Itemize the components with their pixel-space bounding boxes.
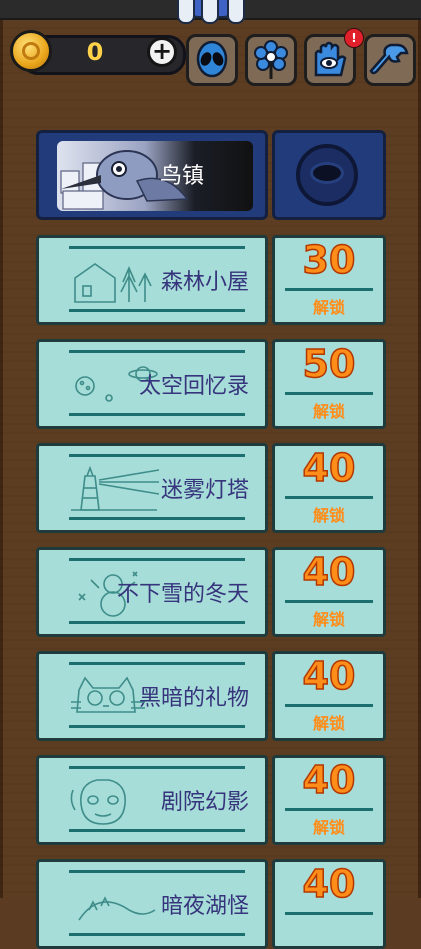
- ticket-line: [69, 350, 245, 353]
- unlock-label: 解锁: [312, 610, 345, 629]
- level-card[interactable]: 森林小屋: [36, 235, 268, 325]
- price-divider: [285, 496, 373, 499]
- price-divider: [285, 392, 373, 395]
- ticket-line: [69, 621, 245, 624]
- unlock-label: 解锁: [312, 714, 345, 733]
- level-name: 暗夜湖怪: [160, 894, 249, 919]
- wrench-icon: [369, 43, 409, 75]
- unlock-price: 50: [302, 341, 356, 387]
- level-name: 黑暗的礼物: [138, 686, 249, 711]
- ticket-line: [69, 246, 245, 249]
- coin-count: 0: [86, 38, 104, 66]
- ticket-line: [69, 662, 245, 665]
- level-illustration: [69, 464, 160, 514]
- unlock-button[interactable]: 40 解锁: [272, 547, 386, 637]
- level-name: 不下雪的冬天: [116, 582, 249, 607]
- level-name: 太空回忆录: [138, 374, 249, 399]
- level-card[interactable]: 迷雾灯塔: [36, 443, 268, 533]
- ticket-line: [69, 725, 245, 728]
- ticket-line: [69, 517, 245, 520]
- unlock-price: 40: [302, 757, 356, 803]
- ticket-line: [69, 309, 245, 312]
- level-card[interactable]: 暗夜湖怪: [36, 859, 268, 949]
- unlock-price: 40: [302, 445, 356, 491]
- price-divider: [285, 600, 373, 603]
- level-illustration: [69, 880, 159, 930]
- level-illustration: [69, 776, 159, 826]
- ticket-line: [69, 766, 245, 769]
- price-divider: [285, 808, 373, 811]
- level-card[interactable]: 剧院幻影: [36, 755, 268, 845]
- price-divider: [285, 288, 373, 291]
- ticket-line: [69, 933, 245, 936]
- unlock-button[interactable]: 40: [272, 859, 386, 949]
- unlock-label: 解锁: [312, 506, 345, 525]
- globe-icon: [296, 144, 358, 206]
- unlock-price: 40: [302, 861, 356, 907]
- ticket-line: [69, 454, 245, 457]
- level-name: 剧院幻影: [160, 790, 249, 815]
- level-illustration: [69, 256, 159, 306]
- level-name: 迷雾灯塔: [160, 478, 249, 503]
- unlock-price: 40: [302, 653, 356, 699]
- settings-button[interactable]: [364, 34, 416, 86]
- monster-claws: [165, 0, 255, 26]
- price-divider: [285, 912, 373, 915]
- ticket-line: [69, 829, 245, 832]
- ticket-line: [69, 870, 245, 873]
- level-name: 森林小屋: [160, 270, 249, 295]
- unlock-button[interactable]: 40 解锁: [272, 755, 386, 845]
- featured-level-card[interactable]: [36, 130, 268, 220]
- notification-badge: !: [344, 28, 364, 48]
- level-card[interactable]: 不下雪的冬天: [36, 547, 268, 637]
- level-card[interactable]: 太空回忆录: [36, 339, 268, 429]
- coin-icon: [10, 30, 52, 72]
- alien-button[interactable]: [186, 34, 238, 86]
- level-card[interactable]: 黑暗的礼物: [36, 651, 268, 741]
- unlock-button[interactable]: 30 解锁: [272, 235, 386, 325]
- bird-town-illustration: [57, 141, 253, 211]
- featured-level-name: 鸟镇: [160, 164, 205, 189]
- unlock-button[interactable]: 40 解锁: [272, 443, 386, 533]
- unlock-label: 解锁: [312, 298, 345, 317]
- unlock-price: 40: [302, 549, 356, 595]
- alien-icon: [196, 40, 228, 78]
- unlock-label: 解锁: [312, 402, 345, 421]
- ticket-line: [69, 413, 245, 416]
- flower-button[interactable]: [245, 34, 297, 86]
- unlock-button[interactable]: 50 解锁: [272, 339, 386, 429]
- add-coins-button[interactable]: +: [147, 37, 177, 67]
- ticket-line: [69, 558, 245, 561]
- unlock-price: 30: [302, 237, 356, 283]
- price-divider: [285, 704, 373, 707]
- unlock-button[interactable]: 40 解锁: [272, 651, 386, 741]
- unlock-label: 解锁: [312, 818, 345, 837]
- flower-icon: [254, 40, 288, 79]
